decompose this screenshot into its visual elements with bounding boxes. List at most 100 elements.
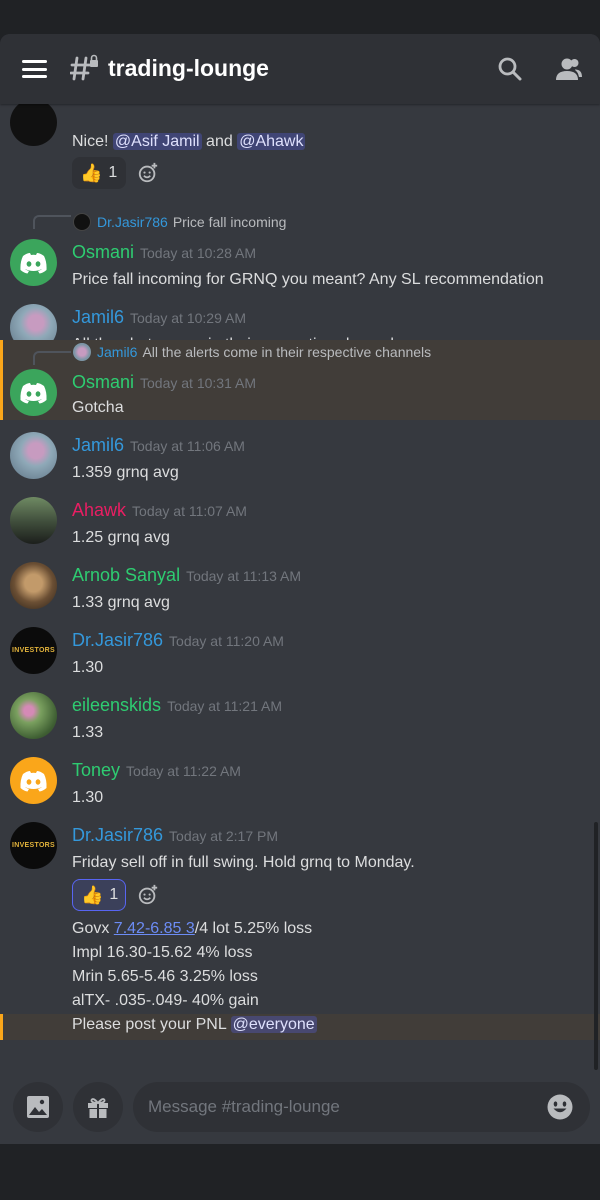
scrollbar-thumb[interactable] bbox=[594, 822, 598, 1070]
author-name[interactable]: Toney Today at 11:22 AM bbox=[72, 760, 241, 781]
message-list[interactable]: Nice! @Asif Jamil and @Ahawk 👍 1 Dr.Jasir… bbox=[0, 34, 600, 1074]
message-line: Govx 7.42-6.85 3/4 lot 5.25% loss bbox=[72, 920, 312, 938]
message-input[interactable] bbox=[133, 1082, 590, 1132]
message-text: 1.359 grnq avg bbox=[72, 464, 179, 481]
message-line: Impl 16.30-15.62 4% loss bbox=[72, 944, 253, 961]
discord-logo-icon bbox=[20, 383, 47, 404]
gift-icon bbox=[88, 1098, 108, 1118]
message-text: Nice! @Asif Jamil and @Ahawk bbox=[72, 133, 306, 151]
timestamp: Today at 11:06 AM bbox=[130, 438, 245, 454]
timestamp: Today at 11:07 AM bbox=[132, 503, 247, 519]
gift-button[interactable] bbox=[73, 1082, 123, 1132]
avatar[interactable] bbox=[10, 497, 57, 544]
reply-preview[interactable]: Jamil6 All the alerts come in their resp… bbox=[73, 343, 431, 361]
message: Dr.Jasir786 Price fall incoming Osmani To… bbox=[0, 204, 600, 299]
emoji-icon[interactable] bbox=[546, 1093, 574, 1121]
line-text: Govx bbox=[72, 920, 114, 937]
channel-title[interactable]: trading-lounge bbox=[108, 55, 269, 82]
author-name-text: Jamil6 bbox=[72, 307, 125, 327]
message-line: alTX- .035-.049- 40% gain bbox=[72, 992, 259, 1009]
avatar[interactable] bbox=[10, 432, 57, 479]
avatar-label: INVESTORS bbox=[11, 842, 56, 849]
reply-author: Dr.Jasir786 bbox=[97, 214, 168, 230]
author-name[interactable]: Jamil6 Today at 10:29 AM bbox=[72, 307, 246, 328]
author-name[interactable]: Dr.Jasir786 Today at 11:20 AM bbox=[72, 630, 284, 651]
message-text: Friday sell off in full swing. Hold grnq… bbox=[72, 854, 415, 871]
message-text: Gotcha bbox=[72, 399, 124, 416]
message-line-highlighted: Please post your PNL @everyone bbox=[0, 1014, 600, 1040]
author-name-text: Osmani bbox=[72, 242, 135, 262]
author-name-text: Osmani bbox=[72, 372, 135, 392]
system-navigation-bar bbox=[0, 1144, 600, 1200]
discord-logo-icon bbox=[20, 771, 47, 792]
reaction-thumbs-up[interactable]: 👍 1 bbox=[72, 879, 126, 911]
timestamp: Today at 11:13 AM bbox=[186, 568, 302, 584]
author-name[interactable]: Jamil6 Today at 11:06 AM bbox=[72, 435, 245, 456]
message-composer bbox=[0, 1074, 600, 1144]
avatar[interactable]: INVESTORS bbox=[10, 822, 57, 869]
message: Jamil6 Today at 11:06 AM 1.359 grnq avg bbox=[0, 429, 600, 494]
author-name-text: Ahawk bbox=[72, 500, 127, 520]
add-reaction-icon[interactable] bbox=[137, 884, 159, 906]
members-icon[interactable] bbox=[555, 56, 583, 82]
author-name[interactable]: Osmani Today at 10:31 AM bbox=[72, 372, 256, 393]
author-name[interactable]: eileenskids Today at 11:21 AM bbox=[72, 695, 282, 716]
author-name[interactable]: Dr.Jasir786 Today at 2:17 PM bbox=[72, 825, 278, 846]
discord-app: Nice! @Asif Jamil and @Ahawk 👍 1 Dr.Jasir… bbox=[0, 34, 600, 1144]
message-highlighted: Jamil6 All the alerts come in their resp… bbox=[0, 340, 600, 420]
message-line: Mrin 5.65-5.46 3.25% loss bbox=[72, 968, 258, 985]
phone-link[interactable]: 7.42-6.85 3 bbox=[114, 920, 195, 937]
author-name-text: eileenskids bbox=[72, 695, 162, 715]
timestamp: Today at 2:17 PM bbox=[169, 828, 278, 844]
author-name[interactable]: Arnob Sanyal Today at 11:13 AM bbox=[72, 565, 301, 586]
avatar-label: INVESTORS bbox=[11, 647, 56, 654]
timestamp: Today at 10:29 AM bbox=[130, 310, 246, 326]
message-text: 1.33 grnq avg bbox=[72, 594, 170, 611]
author-name[interactable]: Osmani Today at 10:28 AM bbox=[72, 242, 256, 263]
channel-header: trading-lounge bbox=[0, 34, 600, 104]
reaction-thumbs-up[interactable]: 👍 1 bbox=[72, 157, 126, 189]
reply-preview[interactable]: Dr.Jasir786 Price fall incoming bbox=[73, 213, 286, 231]
message-text: 1.30 bbox=[72, 789, 104, 806]
message-text: 1.33 bbox=[72, 724, 104, 741]
add-reaction-icon[interactable] bbox=[137, 162, 159, 184]
reply-avatar bbox=[73, 213, 91, 231]
everyone-mention[interactable]: @everyone bbox=[230, 1016, 317, 1033]
message: INVESTORS Dr.Jasir786 Today at 11:20 AM 1… bbox=[0, 624, 600, 689]
reply-text: Price fall incoming bbox=[172, 214, 287, 230]
message-text: 1.25 grnq avg bbox=[72, 529, 170, 546]
author-name-text: Jamil6 bbox=[72, 435, 125, 455]
timestamp: Today at 11:22 AM bbox=[126, 763, 241, 779]
message: Arnob Sanyal Today at 11:13 AM 1.33 grnq … bbox=[0, 559, 600, 624]
reaction-count: 1 bbox=[109, 886, 119, 903]
author-name[interactable]: Ahawk Today at 11:07 AM bbox=[72, 500, 247, 521]
message-top: Nice! @Asif Jamil and @Ahawk 👍 1 bbox=[0, 99, 600, 199]
mention[interactable]: @Asif Jamil bbox=[112, 133, 202, 150]
reply-text: All the alerts come in their respective … bbox=[142, 344, 432, 360]
search-icon[interactable] bbox=[497, 56, 523, 82]
timestamp: Today at 10:31 AM bbox=[140, 375, 256, 391]
author-name-text: Toney bbox=[72, 760, 121, 780]
avatar[interactable] bbox=[10, 369, 57, 416]
timestamp: Today at 10:28 AM bbox=[140, 245, 256, 261]
avatar[interactable] bbox=[10, 692, 57, 739]
reply-connector bbox=[33, 351, 71, 365]
avatar[interactable] bbox=[10, 562, 57, 609]
mention[interactable]: @Ahawk bbox=[237, 133, 306, 150]
reply-avatar bbox=[73, 343, 91, 361]
message-text: 1.30 bbox=[72, 659, 104, 676]
avatar[interactable] bbox=[10, 239, 57, 286]
author-name-text: Arnob Sanyal bbox=[72, 565, 181, 585]
status-bar bbox=[0, 0, 600, 34]
avatar[interactable] bbox=[10, 99, 57, 146]
reaction-count: 1 bbox=[108, 164, 118, 181]
timestamp: Today at 11:20 AM bbox=[169, 633, 284, 649]
discord-logo-icon bbox=[20, 253, 47, 274]
line-text: Please post your PNL bbox=[72, 1016, 231, 1033]
menu-icon[interactable] bbox=[22, 60, 47, 78]
message: eileenskids Today at 11:21 AM 1.33 bbox=[0, 689, 600, 754]
line-text: /4 lot 5.25% loss bbox=[194, 920, 313, 937]
attach-image-button[interactable] bbox=[13, 1082, 63, 1132]
avatar[interactable]: INVESTORS bbox=[10, 627, 57, 674]
avatar[interactable] bbox=[10, 757, 57, 804]
